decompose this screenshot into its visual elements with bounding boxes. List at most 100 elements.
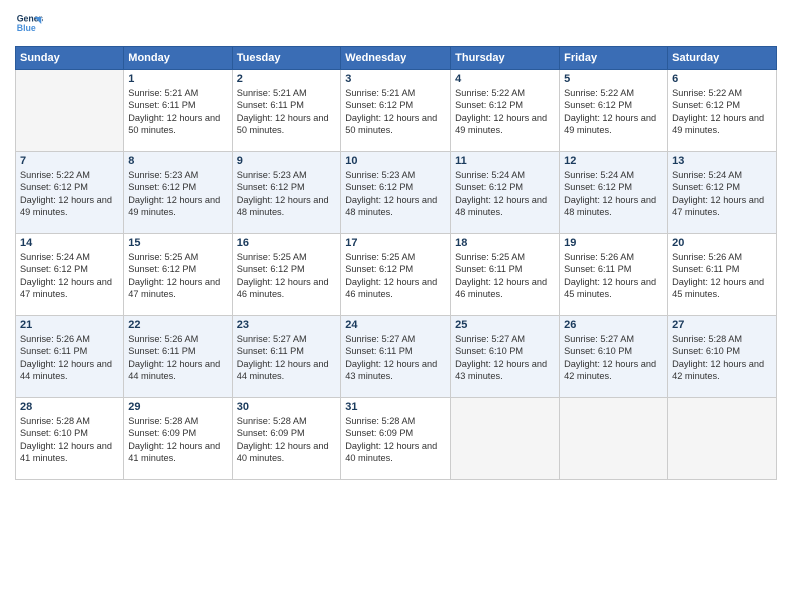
calendar-cell: 5Sunrise: 5:22 AMSunset: 6:12 PMDaylight… <box>560 70 668 152</box>
day-number: 2 <box>237 73 337 85</box>
day-number: 7 <box>20 155 119 167</box>
day-info: Sunrise: 5:25 AMSunset: 6:12 PMDaylight:… <box>128 251 227 301</box>
day-info: Sunrise: 5:28 AMSunset: 6:09 PMDaylight:… <box>128 415 227 465</box>
calendar-cell: 8 Sunrise: 5:23 AMSunset: 6:12 PMDaylight… <box>124 152 232 234</box>
weekday-header-row: SundayMondayTuesdayWednesdayThursdayFrid… <box>16 47 777 70</box>
calendar-cell <box>451 398 560 480</box>
day-number: 12 <box>564 155 663 167</box>
calendar-cell: 23Sunrise: 5:27 AMSunset: 6:11 PMDayligh… <box>232 316 341 398</box>
day-info: Sunrise: 5:27 AMSunset: 6:10 PMDaylight:… <box>455 333 555 383</box>
logo: General Blue <box>15 10 43 38</box>
day-number: 3 <box>345 73 446 85</box>
day-number: 4 <box>455 73 555 85</box>
calendar-cell: 14 Sunrise: 5:24 AMSunset: 6:12 PMDayligh… <box>16 234 124 316</box>
day-number: 13 <box>672 155 772 167</box>
day-number: 26 <box>564 319 663 331</box>
day-number: 21 <box>20 319 119 331</box>
day-number: 23 <box>237 319 337 331</box>
calendar-cell: 30 Sunrise: 5:28 AMSunset: 6:09 PMDayligh… <box>232 398 341 480</box>
day-info: Sunrise: 5:26 AMSunset: 6:11 PMDaylight:… <box>672 251 772 301</box>
day-info: Sunrise: 5:27 AMSunset: 6:10 PMDaylight:… <box>564 333 663 383</box>
day-number: 25 <box>455 319 555 331</box>
day-info: Sunrise: 5:24 AMSunset: 6:12 PMDaylight:… <box>20 251 119 301</box>
day-info: Sunrise: 5:22 AMSunset: 6:12 PMDaylight:… <box>20 169 119 219</box>
calendar-cell: 6 Sunrise: 5:22 AMSunset: 6:12 PMDaylight… <box>668 70 777 152</box>
calendar-cell: 25 Sunrise: 5:27 AMSunset: 6:10 PMDayligh… <box>451 316 560 398</box>
calendar-cell <box>668 398 777 480</box>
calendar-cell: 13 Sunrise: 5:24 AMSunset: 6:12 PMDayligh… <box>668 152 777 234</box>
day-number: 17 <box>345 237 446 249</box>
day-info: Sunrise: 5:28 AMSunset: 6:10 PMDaylight:… <box>672 333 772 383</box>
day-info: Sunrise: 5:23 AMSunset: 6:12 PMDaylight:… <box>345 169 446 219</box>
day-info: Sunrise: 5:28 AMSunset: 6:10 PMDaylight:… <box>20 415 119 465</box>
day-number: 16 <box>237 237 337 249</box>
calendar-cell: 20 Sunrise: 5:26 AMSunset: 6:11 PMDayligh… <box>668 234 777 316</box>
day-number: 1 <box>128 73 227 85</box>
day-info: Sunrise: 5:24 AMSunset: 6:12 PMDaylight:… <box>564 169 663 219</box>
day-info: Sunrise: 5:23 AMSunset: 6:12 PMDaylight:… <box>237 169 337 219</box>
day-info: Sunrise: 5:21 AMSunset: 6:11 PMDaylight:… <box>128 87 227 137</box>
day-info: Sunrise: 5:25 AMSunset: 6:12 PMDaylight:… <box>345 251 446 301</box>
weekday-header-saturday: Saturday <box>668 47 777 70</box>
day-info: Sunrise: 5:28 AMSunset: 6:09 PMDaylight:… <box>237 415 337 465</box>
day-number: 20 <box>672 237 772 249</box>
day-number: 30 <box>237 401 337 413</box>
calendar-cell: 31Sunrise: 5:28 AMSunset: 6:09 PMDayligh… <box>341 398 451 480</box>
weekday-header-tuesday: Tuesday <box>232 47 341 70</box>
calendar-cell: 18 Sunrise: 5:25 AMSunset: 6:11 PMDayligh… <box>451 234 560 316</box>
day-info: Sunrise: 5:24 AMSunset: 6:12 PMDaylight:… <box>455 169 555 219</box>
calendar-cell: 19Sunrise: 5:26 AMSunset: 6:11 PMDayligh… <box>560 234 668 316</box>
weekday-header-sunday: Sunday <box>16 47 124 70</box>
calendar-cell: 17 Sunrise: 5:25 AMSunset: 6:12 PMDayligh… <box>341 234 451 316</box>
calendar-cell <box>16 70 124 152</box>
day-info: Sunrise: 5:24 AMSunset: 6:12 PMDaylight:… <box>672 169 772 219</box>
weekday-header-friday: Friday <box>560 47 668 70</box>
weekday-header-wednesday: Wednesday <box>341 47 451 70</box>
week-row-1: 1 Sunrise: 5:21 AMSunset: 6:11 PMDaylight… <box>16 70 777 152</box>
day-info: Sunrise: 5:22 AMSunset: 6:12 PMDaylight:… <box>455 87 555 137</box>
calendar-cell: 29 Sunrise: 5:28 AMSunset: 6:09 PMDayligh… <box>124 398 232 480</box>
calendar-cell: 7 Sunrise: 5:22 AMSunset: 6:12 PMDaylight… <box>16 152 124 234</box>
weekday-header-thursday: Thursday <box>451 47 560 70</box>
calendar-cell: 10 Sunrise: 5:23 AMSunset: 6:12 PMDayligh… <box>341 152 451 234</box>
calendar-cell: 27 Sunrise: 5:28 AMSunset: 6:10 PMDayligh… <box>668 316 777 398</box>
day-info: Sunrise: 5:26 AMSunset: 6:11 PMDaylight:… <box>20 333 119 383</box>
day-info: Sunrise: 5:27 AMSunset: 6:11 PMDaylight:… <box>345 333 446 383</box>
week-row-4: 21 Sunrise: 5:26 AMSunset: 6:11 PMDayligh… <box>16 316 777 398</box>
day-number: 28 <box>20 401 119 413</box>
day-info: Sunrise: 5:23 AMSunset: 6:12 PMDaylight:… <box>128 169 227 219</box>
header: General Blue <box>15 10 777 38</box>
day-info: Sunrise: 5:28 AMSunset: 6:09 PMDaylight:… <box>345 415 446 465</box>
calendar-cell: 2Sunrise: 5:21 AMSunset: 6:11 PMDaylight… <box>232 70 341 152</box>
day-info: Sunrise: 5:25 AMSunset: 6:11 PMDaylight:… <box>455 251 555 301</box>
week-row-3: 14 Sunrise: 5:24 AMSunset: 6:12 PMDayligh… <box>16 234 777 316</box>
svg-text:Blue: Blue <box>17 23 36 33</box>
calendar-cell: 12 Sunrise: 5:24 AMSunset: 6:12 PMDayligh… <box>560 152 668 234</box>
calendar-cell: 9 Sunrise: 5:23 AMSunset: 6:12 PMDaylight… <box>232 152 341 234</box>
calendar-cell: 11 Sunrise: 5:24 AMSunset: 6:12 PMDayligh… <box>451 152 560 234</box>
day-number: 10 <box>345 155 446 167</box>
week-row-5: 28 Sunrise: 5:28 AMSunset: 6:10 PMDayligh… <box>16 398 777 480</box>
calendar-cell: 24 Sunrise: 5:27 AMSunset: 6:11 PMDayligh… <box>341 316 451 398</box>
calendar-cell: 16 Sunrise: 5:25 AMSunset: 6:12 PMDayligh… <box>232 234 341 316</box>
day-info: Sunrise: 5:22 AMSunset: 6:12 PMDaylight:… <box>672 87 772 137</box>
calendar-cell: 21 Sunrise: 5:26 AMSunset: 6:11 PMDayligh… <box>16 316 124 398</box>
day-info: Sunrise: 5:26 AMSunset: 6:11 PMDaylight:… <box>128 333 227 383</box>
day-number: 5 <box>564 73 663 85</box>
day-number: 22 <box>128 319 227 331</box>
day-number: 24 <box>345 319 446 331</box>
logo-icon: General Blue <box>15 10 43 38</box>
day-info: Sunrise: 5:25 AMSunset: 6:12 PMDaylight:… <box>237 251 337 301</box>
day-number: 6 <box>672 73 772 85</box>
day-number: 14 <box>20 237 119 249</box>
day-number: 8 <box>128 155 227 167</box>
calendar-table: SundayMondayTuesdayWednesdayThursdayFrid… <box>15 46 777 480</box>
day-number: 9 <box>237 155 337 167</box>
day-number: 29 <box>128 401 227 413</box>
day-number: 27 <box>672 319 772 331</box>
day-number: 11 <box>455 155 555 167</box>
calendar-cell: 1 Sunrise: 5:21 AMSunset: 6:11 PMDaylight… <box>124 70 232 152</box>
calendar-cell <box>560 398 668 480</box>
day-number: 18 <box>455 237 555 249</box>
day-number: 19 <box>564 237 663 249</box>
